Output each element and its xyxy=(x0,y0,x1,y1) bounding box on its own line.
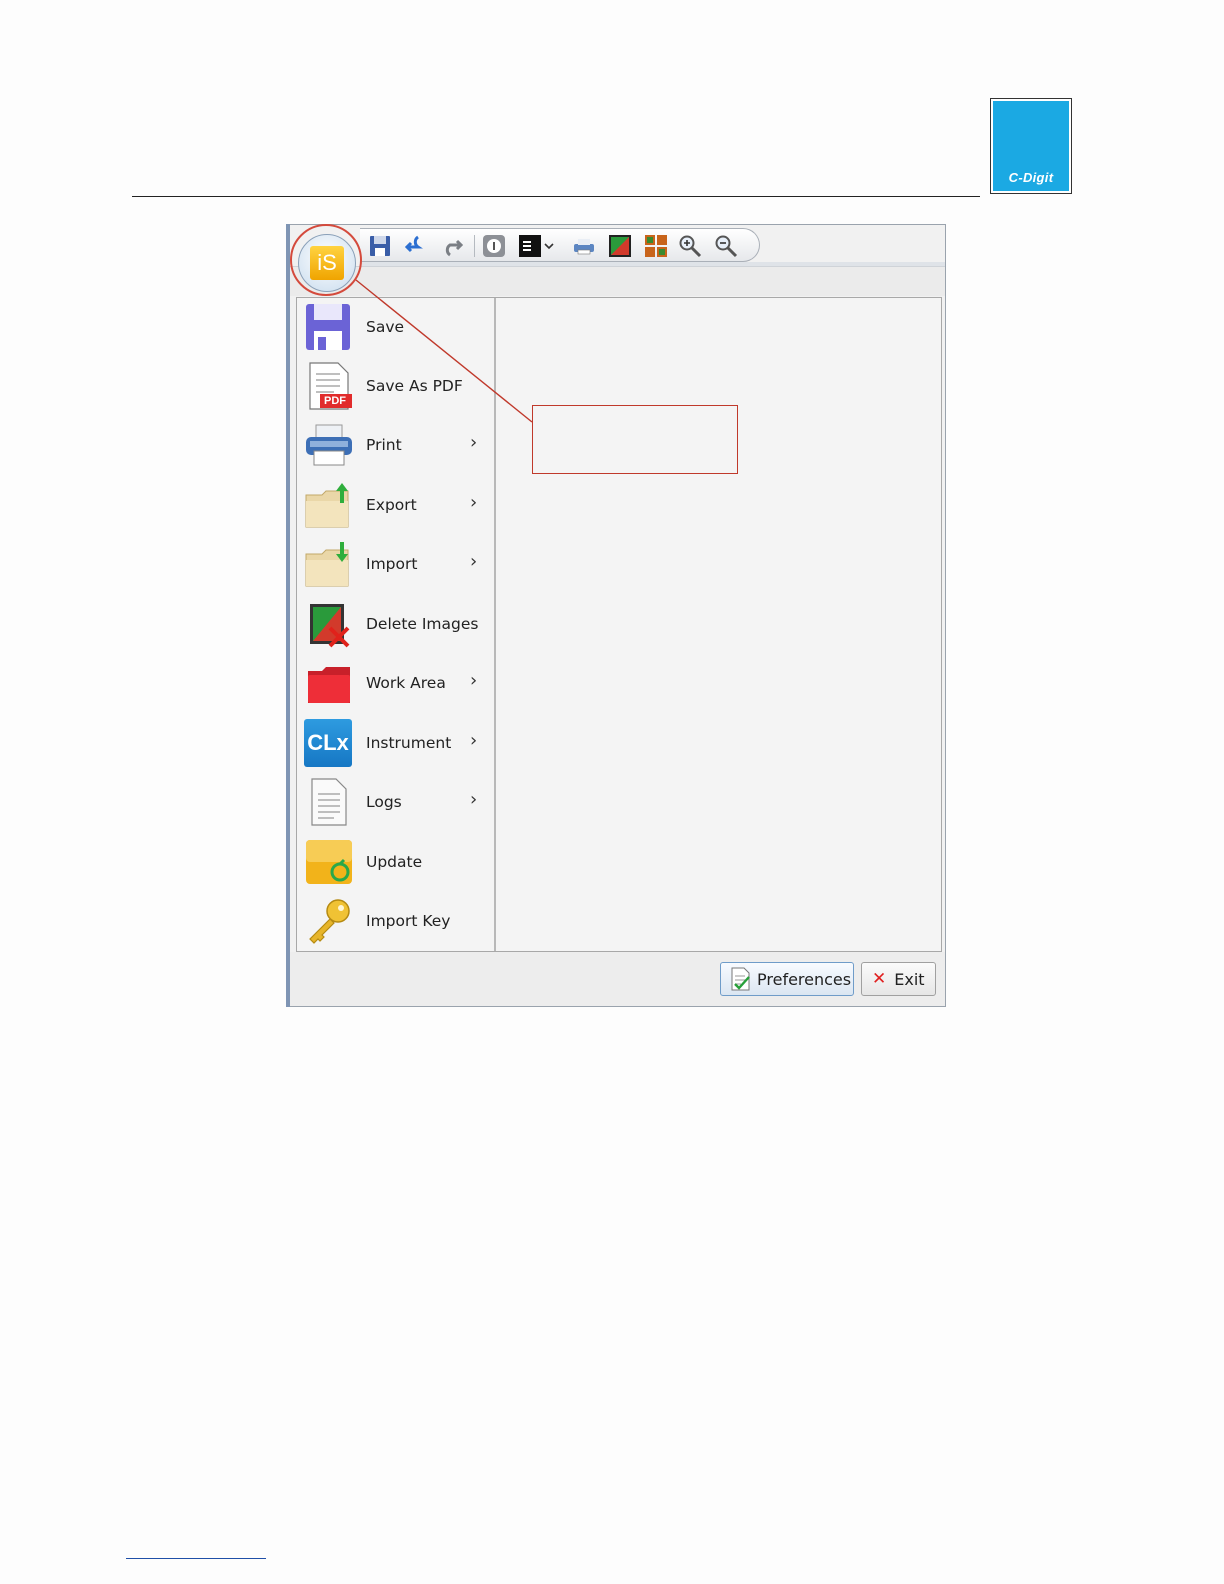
exit-label: Exit xyxy=(894,969,925,989)
menu-item-label: Import Key xyxy=(366,912,451,930)
toolbar-separator xyxy=(474,235,475,257)
display-icon[interactable] xyxy=(518,234,542,258)
menu-item-label: Logs xyxy=(366,793,402,811)
annotation-callout-box xyxy=(532,405,738,474)
menu-item-update[interactable]: Update xyxy=(300,833,492,891)
quick-access-toolbar xyxy=(360,228,760,262)
submenu-chevron-icon: › xyxy=(470,789,478,810)
menu-item-save[interactable]: Save xyxy=(300,298,492,356)
menu-item-label: Print xyxy=(366,436,402,454)
save-icon xyxy=(304,303,354,351)
print-icon[interactable] xyxy=(572,234,596,258)
instrument-clx-icon: CLx xyxy=(304,719,352,767)
grid-icon[interactable] xyxy=(644,234,668,258)
exit-button[interactable]: ✕ Exit xyxy=(861,962,936,996)
menu-item-label: Save As PDF xyxy=(366,377,463,395)
preferences-label: Preferences xyxy=(757,969,852,989)
menu-item-import[interactable]: Import › xyxy=(300,535,492,593)
logo-background: C-Digit xyxy=(993,101,1069,191)
image-icon[interactable] xyxy=(608,234,632,258)
undo-icon[interactable] xyxy=(404,234,428,258)
folder-red-icon xyxy=(304,659,354,707)
key-icon xyxy=(304,897,354,945)
menu-item-import-key[interactable]: Import Key xyxy=(300,892,492,950)
submenu-chevron-icon: › xyxy=(470,492,478,513)
menu-item-label: Update xyxy=(366,853,423,871)
submenu-chevron-icon: › xyxy=(470,730,478,751)
menu-item-label: Delete Images xyxy=(366,615,479,633)
chevron-down-icon[interactable] xyxy=(542,234,556,258)
pdf-icon: PDF xyxy=(304,362,354,410)
menu-item-print[interactable]: Print › xyxy=(300,416,492,474)
zoom-in-icon[interactable] xyxy=(678,234,702,258)
submenu-chevron-icon: › xyxy=(470,551,478,572)
application-menu-button[interactable]: iS xyxy=(298,234,356,292)
menu-divider xyxy=(494,298,496,951)
update-icon xyxy=(304,838,354,886)
redo-icon[interactable] xyxy=(440,234,464,258)
zoom-out-icon[interactable] xyxy=(714,234,738,258)
menu-item-export[interactable]: Export › xyxy=(300,476,492,534)
instrument-icon-text: CLx xyxy=(307,730,349,755)
logo-text: C-Digit xyxy=(1008,170,1054,185)
ribbon-area xyxy=(290,266,945,296)
submenu-chevron-icon: › xyxy=(470,432,478,453)
save-icon[interactable] xyxy=(368,234,392,258)
document-icon xyxy=(304,778,354,826)
menu-item-label: Save xyxy=(366,318,405,336)
c-digit-logo: C-Digit xyxy=(990,98,1072,194)
header-rule xyxy=(132,196,980,197)
delete-image-icon xyxy=(304,600,354,648)
preferences-button[interactable]: Preferences xyxy=(720,962,854,996)
footer-rule xyxy=(126,1558,266,1559)
folder-import-icon xyxy=(304,540,354,588)
printer-icon xyxy=(304,421,354,469)
menu-item-save-as-pdf[interactable]: PDF Save As PDF xyxy=(300,357,492,415)
menu-item-logs[interactable]: Logs › xyxy=(300,773,492,831)
menu-item-label: Export xyxy=(366,496,417,514)
menu-item-label: Import xyxy=(366,555,418,573)
menu-item-delete-images[interactable]: Delete Images xyxy=(300,595,492,653)
menu-item-label: Work Area xyxy=(366,674,446,692)
submenu-chevron-icon: › xyxy=(470,670,478,691)
pdf-badge: PDF xyxy=(324,395,346,407)
folder-export-icon xyxy=(304,481,354,529)
info-icon[interactable] xyxy=(482,234,506,258)
is-logo-icon: iS xyxy=(310,246,344,280)
menu-item-work-area[interactable]: Work Area › xyxy=(300,654,492,712)
close-icon: ✕ xyxy=(872,969,887,989)
menu-item-instrument[interactable]: CLx Instrument › xyxy=(300,714,492,772)
menu-item-label: Instrument xyxy=(366,734,452,752)
window-left-edge xyxy=(286,224,290,1007)
preferences-icon xyxy=(731,967,750,991)
